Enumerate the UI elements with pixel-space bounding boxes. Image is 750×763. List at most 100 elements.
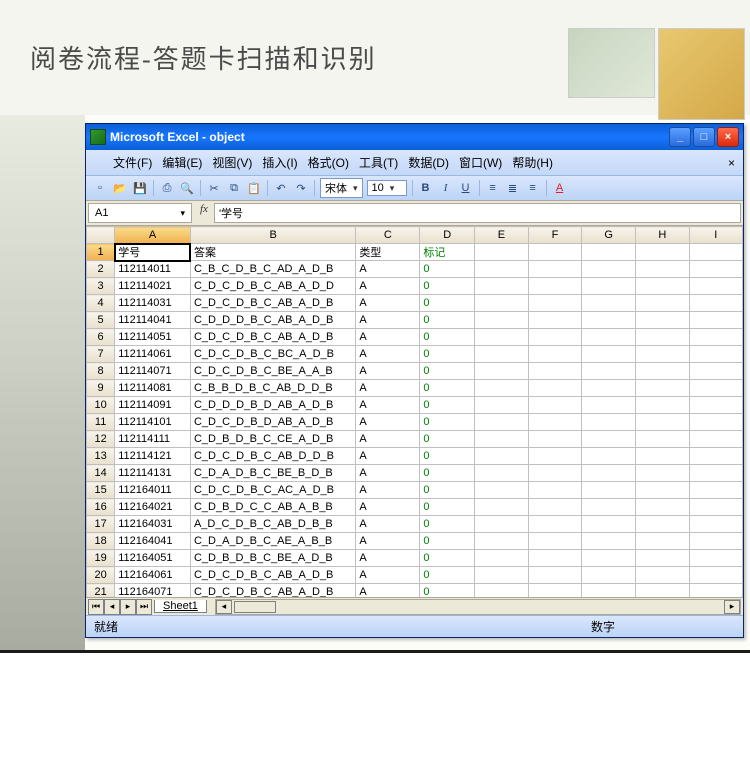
row-header[interactable]: 11 bbox=[87, 414, 115, 431]
cell[interactable] bbox=[636, 312, 690, 329]
cell[interactable] bbox=[689, 312, 742, 329]
cell[interactable]: C_D_C_D_B_C_BE_A_A_B bbox=[190, 363, 355, 380]
menu-window[interactable]: 窗口(W) bbox=[454, 152, 507, 173]
align-left-icon[interactable]: ≡ bbox=[484, 179, 502, 197]
italic-button[interactable]: I bbox=[437, 179, 455, 197]
row-header[interactable]: 14 bbox=[87, 465, 115, 482]
cell[interactable] bbox=[475, 567, 529, 584]
cell[interactable]: 0 bbox=[420, 346, 475, 363]
cell[interactable] bbox=[582, 533, 636, 550]
cell[interactable] bbox=[582, 414, 636, 431]
menu-file[interactable]: 文件(F) bbox=[108, 152, 157, 173]
cell[interactable] bbox=[528, 261, 582, 278]
column-header[interactable]: I bbox=[689, 227, 742, 244]
cell[interactable]: 0 bbox=[420, 431, 475, 448]
cell[interactable] bbox=[689, 431, 742, 448]
cell[interactable]: 112114071 bbox=[115, 363, 191, 380]
cell[interactable] bbox=[582, 346, 636, 363]
fx-label[interactable]: fx bbox=[194, 201, 214, 225]
cell[interactable] bbox=[528, 516, 582, 533]
cell[interactable] bbox=[475, 584, 529, 598]
cell[interactable]: 112164061 bbox=[115, 567, 191, 584]
cell[interactable]: 答案 bbox=[190, 244, 355, 261]
cell[interactable]: C_B_C_D_B_C_AD_A_D_B bbox=[190, 261, 355, 278]
cell[interactable] bbox=[636, 465, 690, 482]
cell[interactable] bbox=[582, 397, 636, 414]
cell[interactable]: 112164041 bbox=[115, 533, 191, 550]
paste-icon[interactable]: 📋 bbox=[245, 179, 263, 197]
cell[interactable] bbox=[475, 278, 529, 295]
cell[interactable]: C_D_C_D_B_C_AB_A_D_B bbox=[190, 329, 355, 346]
cell[interactable]: C_D_C_D_B_D_AB_A_D_B bbox=[190, 414, 355, 431]
formula-input[interactable]: '学号 bbox=[214, 203, 741, 223]
cell[interactable] bbox=[636, 346, 690, 363]
column-header[interactable] bbox=[87, 227, 115, 244]
cell[interactable]: A bbox=[356, 516, 420, 533]
menu-tools[interactable]: 工具(T) bbox=[354, 152, 403, 173]
cell[interactable]: A bbox=[356, 567, 420, 584]
cell[interactable] bbox=[689, 465, 742, 482]
cell[interactable]: A bbox=[356, 380, 420, 397]
cell[interactable]: C_D_B_D_C_C_AB_A_B_B bbox=[190, 499, 355, 516]
cell[interactable]: 0 bbox=[420, 499, 475, 516]
cell[interactable] bbox=[582, 278, 636, 295]
sheet-next-button[interactable]: ▸ bbox=[120, 599, 136, 615]
cell[interactable]: 类型 bbox=[356, 244, 420, 261]
cell[interactable] bbox=[475, 363, 529, 380]
horizontal-scrollbar[interactable]: ◂ ▸ bbox=[215, 599, 741, 615]
cell[interactable]: C_D_D_D_B_D_AB_A_D_B bbox=[190, 397, 355, 414]
cell[interactable] bbox=[636, 482, 690, 499]
cell[interactable]: 112164031 bbox=[115, 516, 191, 533]
cell[interactable] bbox=[582, 499, 636, 516]
cell[interactable] bbox=[475, 261, 529, 278]
cell[interactable]: 112114051 bbox=[115, 329, 191, 346]
cell[interactable] bbox=[636, 261, 690, 278]
cell[interactable] bbox=[528, 244, 582, 261]
cell[interactable] bbox=[689, 550, 742, 567]
cell[interactable]: A bbox=[356, 414, 420, 431]
cell[interactable] bbox=[689, 397, 742, 414]
row-header[interactable]: 4 bbox=[87, 295, 115, 312]
cell[interactable] bbox=[475, 533, 529, 550]
cell[interactable] bbox=[689, 533, 742, 550]
row-header[interactable]: 1 bbox=[87, 244, 115, 261]
cell[interactable]: 0 bbox=[420, 261, 475, 278]
cell[interactable] bbox=[582, 312, 636, 329]
align-center-icon[interactable]: ≣ bbox=[504, 179, 522, 197]
cell[interactable] bbox=[636, 533, 690, 550]
cell[interactable]: A bbox=[356, 431, 420, 448]
cell[interactable] bbox=[528, 312, 582, 329]
row-header[interactable]: 10 bbox=[87, 397, 115, 414]
cell[interactable] bbox=[636, 516, 690, 533]
row-header[interactable]: 20 bbox=[87, 567, 115, 584]
row-header[interactable]: 3 bbox=[87, 278, 115, 295]
cell[interactable]: C_D_C_D_B_C_AB_D_D_B bbox=[190, 448, 355, 465]
cell[interactable]: 112114111 bbox=[115, 431, 191, 448]
cell[interactable] bbox=[582, 329, 636, 346]
cell[interactable]: A bbox=[356, 295, 420, 312]
minimize-button[interactable]: _ bbox=[669, 127, 691, 147]
menu-view[interactable]: 视图(V) bbox=[207, 152, 257, 173]
cell[interactable] bbox=[528, 397, 582, 414]
cell[interactable] bbox=[528, 295, 582, 312]
menu-data[interactable]: 数据(D) bbox=[403, 152, 454, 173]
cell[interactable] bbox=[528, 278, 582, 295]
cell[interactable] bbox=[636, 295, 690, 312]
cell[interactable] bbox=[689, 363, 742, 380]
row-header[interactable]: 8 bbox=[87, 363, 115, 380]
cell[interactable] bbox=[582, 567, 636, 584]
column-header[interactable]: F bbox=[528, 227, 582, 244]
cell[interactable] bbox=[582, 516, 636, 533]
preview-icon[interactable]: 🔍 bbox=[178, 179, 196, 197]
cell[interactable] bbox=[582, 584, 636, 598]
cell[interactable] bbox=[475, 431, 529, 448]
doc-close-button[interactable]: × bbox=[724, 156, 739, 170]
row-header[interactable]: 18 bbox=[87, 533, 115, 550]
undo-icon[interactable]: ↶ bbox=[272, 179, 290, 197]
cell[interactable] bbox=[582, 482, 636, 499]
cell[interactable] bbox=[475, 397, 529, 414]
cell[interactable]: 0 bbox=[420, 567, 475, 584]
cell[interactable]: 112114121 bbox=[115, 448, 191, 465]
cell[interactable]: 112114091 bbox=[115, 397, 191, 414]
row-header[interactable]: 5 bbox=[87, 312, 115, 329]
